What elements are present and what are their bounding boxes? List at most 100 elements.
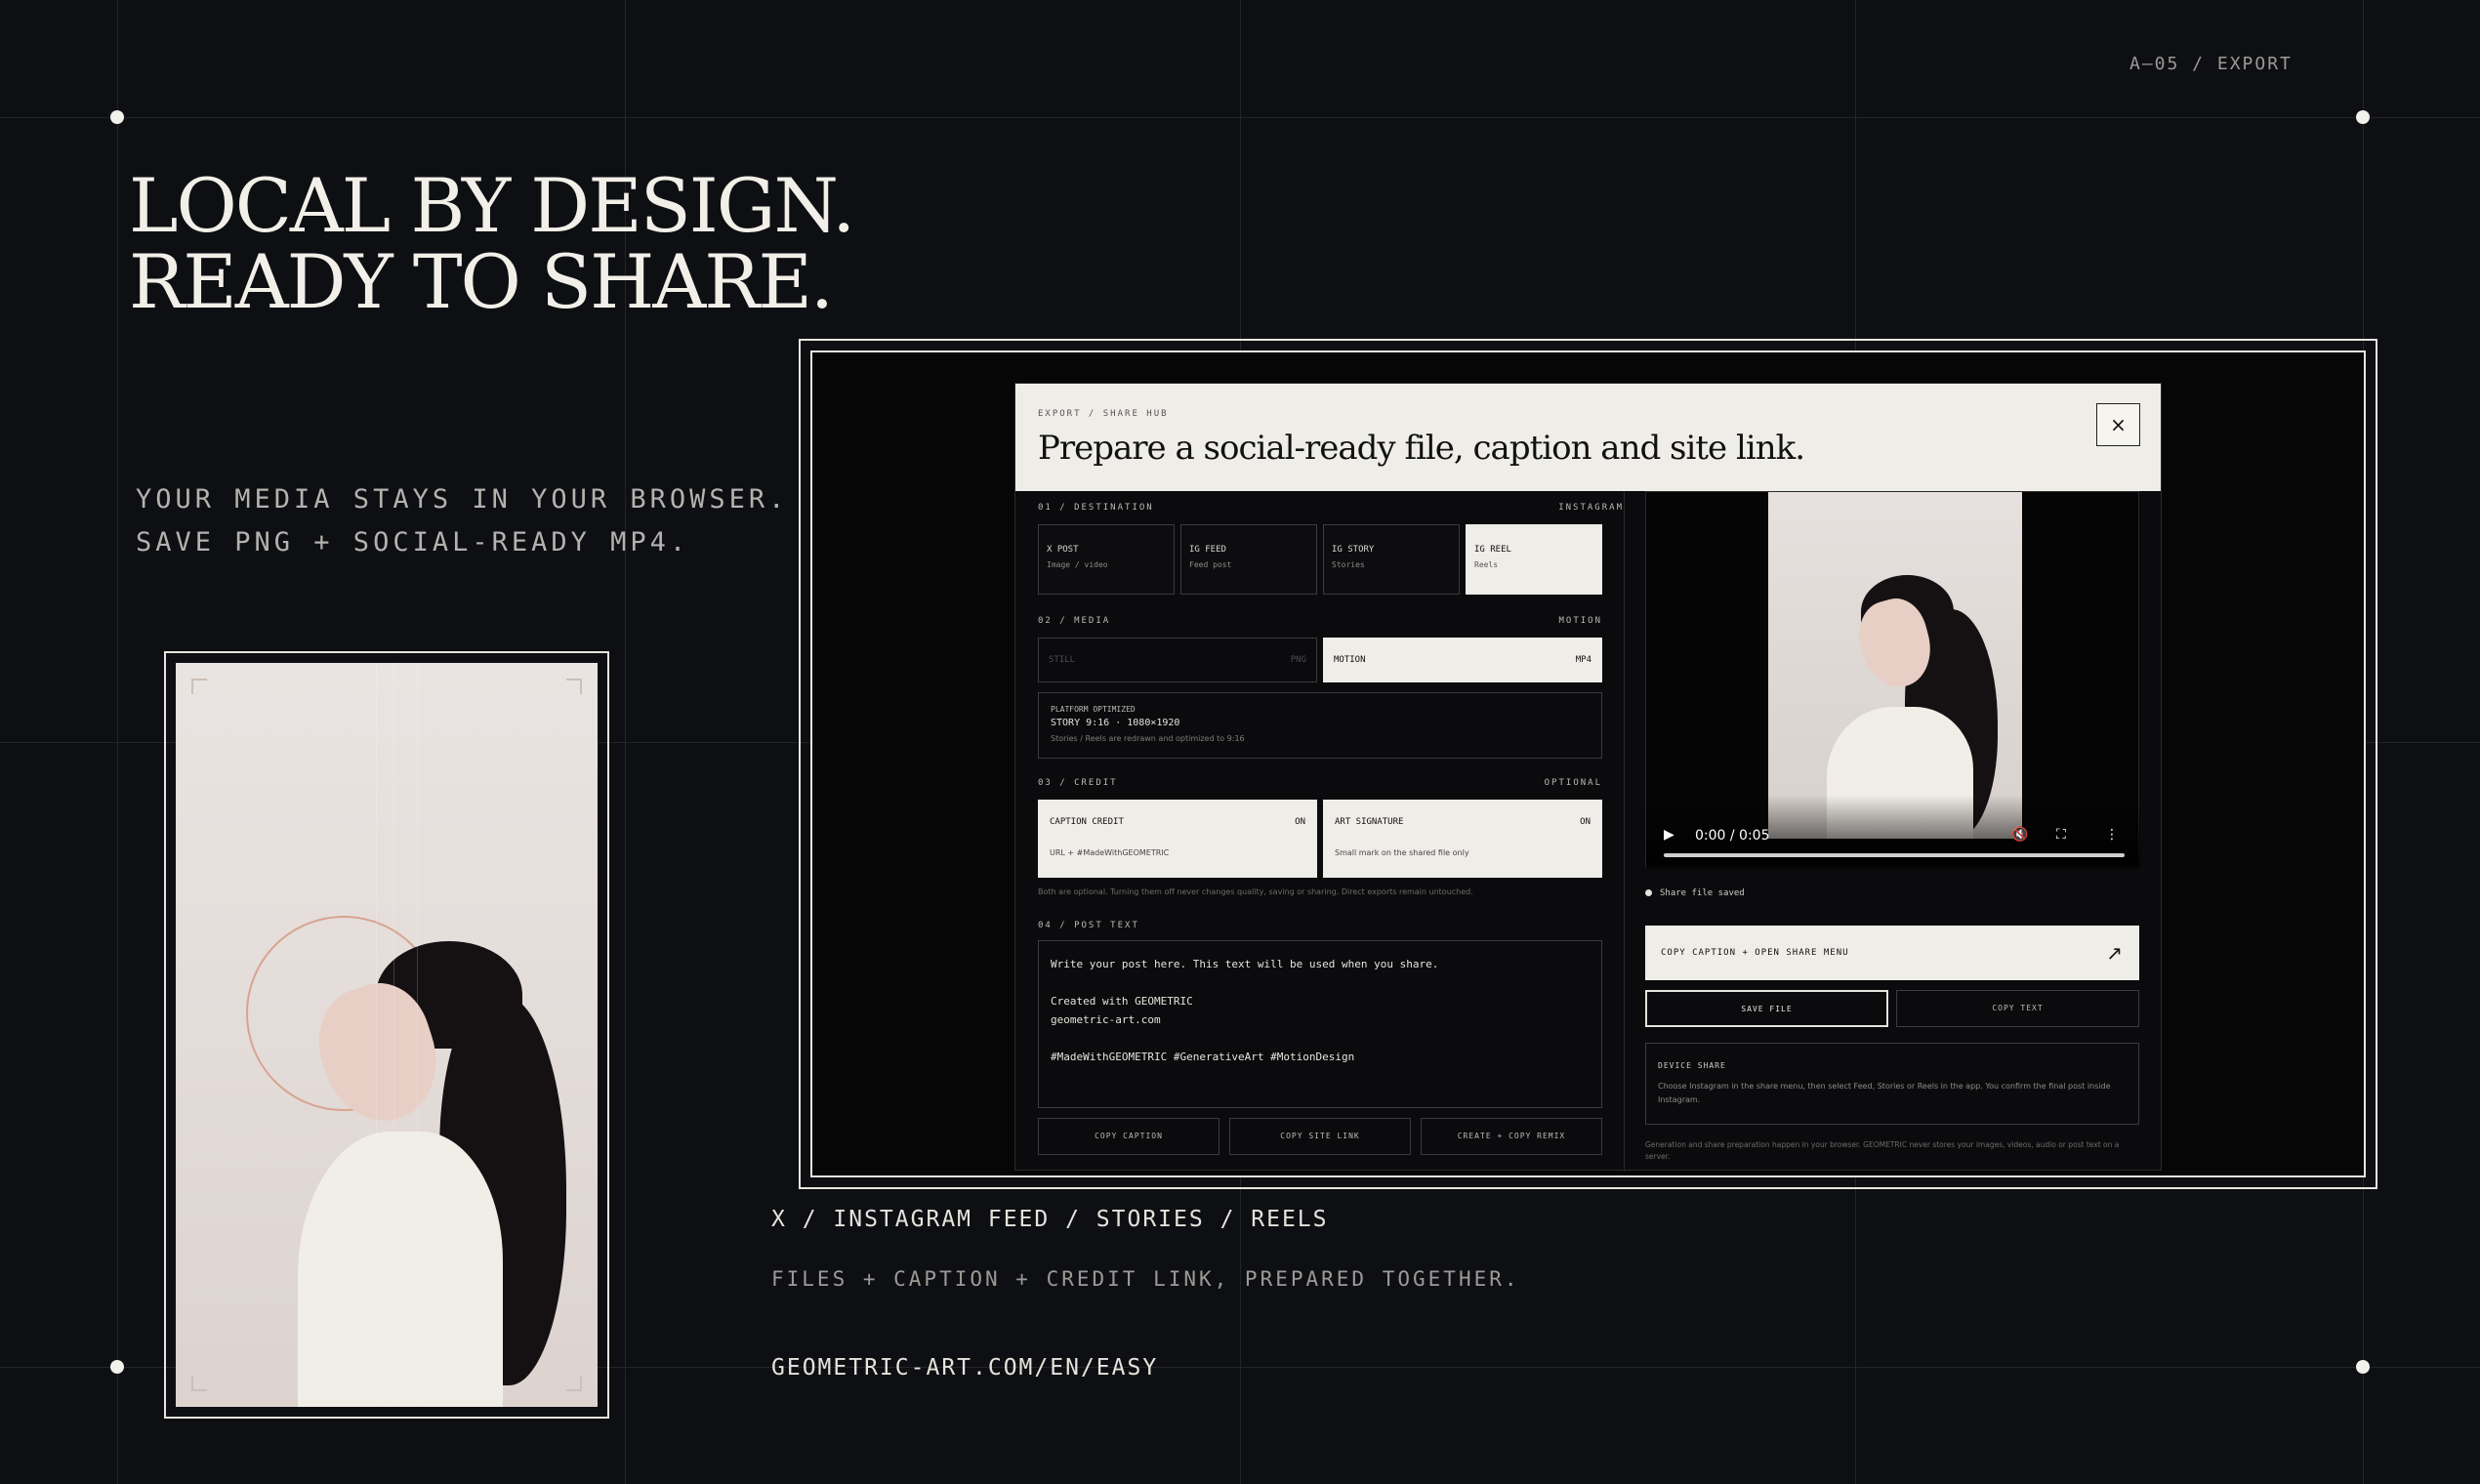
credit-heading: 03 / CREDIT OPTIONAL [1038, 778, 1602, 788]
copy-text-button[interactable]: COPY TEXT [1896, 990, 2139, 1027]
corner-dot [110, 1360, 124, 1374]
video-frame-image [1768, 492, 2022, 839]
more-options-icon[interactable]: ⋮ [2105, 827, 2119, 843]
copy-caption-button[interactable]: COPY CAPTION [1038, 1118, 1219, 1155]
media-heading-label: 02 / MEDIA [1038, 616, 1111, 626]
close-button[interactable]: × [2096, 403, 2140, 446]
volume-icon[interactable]: 🔇 [2011, 827, 2028, 843]
option-sub: Reels [1474, 560, 1499, 569]
art-signature-toggle[interactable]: ART SIGNATURE ON Small mark on the share… [1323, 800, 1602, 878]
video-progress-bar[interactable] [1664, 853, 2125, 857]
media-heading: 02 / MEDIA MOTION [1038, 616, 1602, 626]
glitch-line [393, 663, 394, 1407]
option-sub: Feed post [1189, 560, 1232, 569]
still-label: STILL [1049, 655, 1076, 665]
subtitle-line-1: YOUR MEDIA STAYS IN YOUR BROWSER. [136, 484, 789, 515]
art-signature-state: ON [1580, 817, 1591, 827]
caption-credit-toggle[interactable]: CAPTION CREDIT ON URL + #MadeWithGEOMETR… [1038, 800, 1317, 878]
copy-site-link-button[interactable]: COPY SITE LINK [1229, 1118, 1411, 1155]
create-copy-remix-button[interactable]: CREATE + COPY REMIX [1421, 1118, 1602, 1155]
modal-kicker: EXPORT / SHARE HUB [1038, 409, 1169, 419]
save-file-button[interactable]: SAVE FILE [1645, 990, 1888, 1027]
destination-option-x-post[interactable]: X POST Image / video [1038, 524, 1175, 595]
corner-dot [2356, 1360, 2370, 1374]
device-share-box: DEVICE SHARE Choose Instagram in the sha… [1645, 1043, 2139, 1125]
post-text-heading-label: 04 / POST TEXT [1038, 921, 1139, 930]
motion-label: MOTION [1334, 655, 1366, 665]
share-hub-modal: EXPORT / SHARE HUB Prepare a social-read… [1014, 383, 2162, 1172]
motion-format: MP4 [1575, 655, 1591, 665]
still-format: PNG [1290, 655, 1306, 665]
art-signature-label: ART SIGNATURE [1335, 817, 1404, 827]
crop-corner [566, 679, 582, 694]
art-signature-sub: Small mark on the shared file only [1335, 848, 1469, 857]
caption-credit-sub: URL + #MadeWithGEOMETRIC [1050, 848, 1170, 857]
device-share-heading: DEVICE SHARE [1658, 1061, 1726, 1070]
copy-caption-open-share-button[interactable]: COPY CAPTION + OPEN SHARE MENU ↗ [1645, 926, 2139, 980]
subtitle: YOUR MEDIA STAYS IN YOUR BROWSER. SAVE P… [136, 478, 788, 564]
option-label: X POST [1047, 545, 1079, 555]
modal-header: EXPORT / SHARE HUB Prepare a social-read… [1015, 384, 2161, 491]
destination-heading: 01 / DESTINATION INSTAGRAM [1038, 503, 1624, 513]
headline: LOCAL BY DESIGN. READY TO SHARE. [129, 162, 855, 325]
media-still-option[interactable]: STILL PNG [1038, 638, 1317, 682]
post-text-heading: 04 / POST TEXT [1038, 921, 1602, 930]
status-dot-icon [1645, 889, 1652, 896]
privacy-note: Generation and share preparation happen … [1645, 1140, 2120, 1161]
media-current: MOTION [1558, 616, 1602, 626]
glitch-line [417, 663, 418, 1407]
crop-corner [191, 1376, 207, 1391]
destination-heading-label: 01 / DESTINATION [1038, 503, 1154, 513]
platforms-line: X / INSTAGRAM FEED / STORIES / REELS [771, 1207, 1329, 1232]
arrow-up-right-icon: ↗ [2106, 941, 2124, 965]
option-label: IG STORY [1332, 545, 1375, 555]
screenshot-viewport: EXPORT / SHARE HUB Prepare a social-read… [810, 350, 2366, 1177]
destination-current: INSTAGRAM [1558, 503, 1624, 513]
glitch-line [376, 663, 377, 1407]
video-controls: ▶ 0:00 / 0:05 🔇 ⛶ ⋮ [1646, 795, 2140, 868]
story-preview-image [176, 663, 598, 1407]
option-sub: Stories [1332, 560, 1365, 569]
option-label: IG REEL [1474, 545, 1511, 555]
optimized-value: STORY 9:16 · 1080×1920 [1051, 718, 1180, 728]
option-label: IG FEED [1189, 545, 1226, 555]
post-text-area[interactable]: Write your post here. This text will be … [1038, 940, 1602, 1108]
saved-status-text: Share file saved [1660, 888, 1745, 898]
files-line: FILES + CAPTION + CREDIT LINK, PREPARED … [771, 1267, 1520, 1291]
grid-line [0, 117, 2480, 118]
destination-option-ig-reel[interactable]: IG REEL Reels [1466, 524, 1602, 595]
destination-option-ig-story[interactable]: IG STORY Stories [1323, 524, 1460, 595]
section-code: A–05 / EXPORT [2129, 54, 2293, 74]
crop-corner [566, 1376, 582, 1391]
platform-optimized-box: PLATFORM OPTIMIZED STORY 9:16 · 1080×192… [1038, 692, 1602, 759]
caption-credit-state: ON [1295, 817, 1305, 827]
play-icon[interactable]: ▶ [1664, 827, 1674, 843]
destination-option-ig-feed[interactable]: IG FEED Feed post [1180, 524, 1317, 595]
video-preview[interactable]: ▶ 0:00 / 0:05 🔇 ⛶ ⋮ [1645, 491, 2140, 868]
headline-line-1: LOCAL BY DESIGN. [129, 162, 855, 249]
subtitle-line-2: SAVE PNG + SOCIAL-READY MP4. [136, 527, 690, 557]
caption-credit-label: CAPTION CREDIT [1050, 817, 1124, 827]
share-hub-screenshot: EXPORT / SHARE HUB Prepare a social-read… [799, 339, 2377, 1189]
credit-heading-label: 03 / CREDIT [1038, 778, 1118, 788]
saved-status: Share file saved [1645, 888, 1745, 898]
optimized-note: Stories / Reels are redrawn and optimize… [1051, 734, 1245, 743]
site-url[interactable]: GEOMETRIC-ART.COM/EN/EASY [771, 1355, 1158, 1381]
corner-dot [110, 110, 124, 124]
device-share-text: Choose Instagram in the share menu, then… [1658, 1082, 2111, 1104]
story-preview-frame [164, 651, 609, 1419]
modal-title: Prepare a social-ready file, caption and… [1038, 429, 1805, 468]
share-button-label: COPY CAPTION + OPEN SHARE MENU [1661, 948, 1849, 958]
media-motion-option[interactable]: MOTION MP4 [1323, 638, 1602, 682]
crop-corner [191, 679, 207, 694]
fullscreen-icon[interactable]: ⛶ [2056, 827, 2066, 843]
credit-note: Both are optional. Turning them off neve… [1038, 887, 1473, 896]
portrait-shirt [298, 1132, 503, 1407]
credit-current: OPTIONAL [1544, 778, 1602, 788]
column-divider [1624, 491, 1625, 1172]
video-time: 0:00 / 0:05 [1695, 828, 1770, 844]
headline-line-2: READY TO SHARE. [129, 238, 834, 325]
option-sub: Image / video [1047, 560, 1108, 569]
corner-dot [2356, 110, 2370, 124]
optimized-label: PLATFORM OPTIMIZED [1051, 705, 1136, 714]
